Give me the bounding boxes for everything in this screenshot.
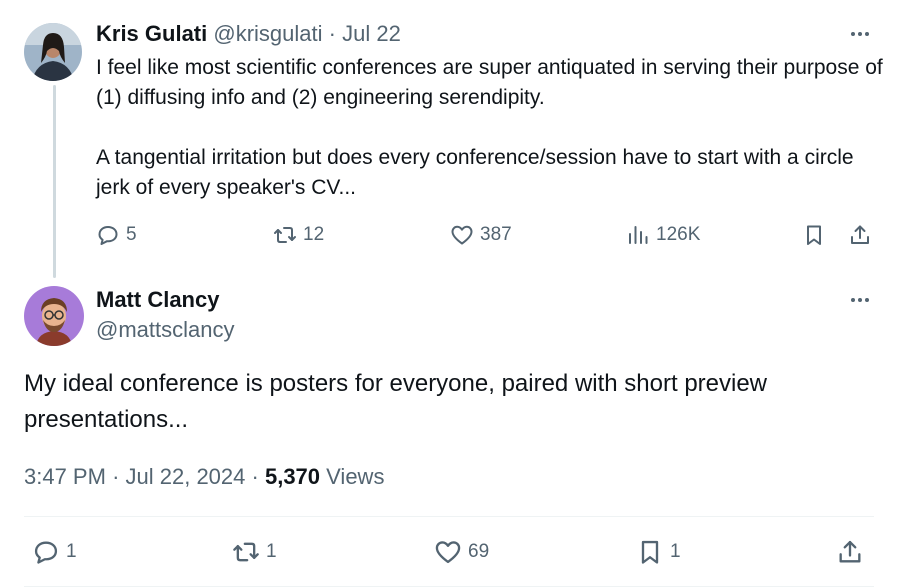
main-like-count: 69 xyxy=(468,541,490,562)
more-icon xyxy=(851,32,855,36)
parent-reply-count: 5 xyxy=(126,224,137,245)
main-reply-button[interactable]: 1 xyxy=(32,535,77,569)
main-like-button[interactable]: 69 xyxy=(434,535,489,569)
parent-like-count: 387 xyxy=(480,224,512,245)
repost-icon xyxy=(274,227,296,243)
heart-icon xyxy=(435,541,461,564)
main-more-button[interactable] xyxy=(846,290,874,310)
main-share-button[interactable] xyxy=(836,535,864,569)
parent-views-button[interactable]: 126K xyxy=(626,220,700,250)
meta-separator: · xyxy=(251,464,259,489)
tweet-date[interactable]: Jul 22, 2024 xyxy=(126,464,246,489)
parent-views-count: 126K xyxy=(656,224,701,245)
parent-author-name[interactable]: Kris Gulati xyxy=(96,21,207,46)
bookmark-icon xyxy=(807,225,821,245)
main-bookmark-button[interactable]: 1 xyxy=(636,535,681,569)
parent-handle[interactable]: @krisgulati xyxy=(213,21,322,46)
repost-icon xyxy=(233,542,259,562)
matt-avatar[interactable] xyxy=(24,286,84,346)
parent-repost-button[interactable]: 12 xyxy=(273,220,324,250)
thread-line xyxy=(53,85,56,278)
tweet-time[interactable]: 3:47 PM xyxy=(24,464,106,489)
main-repost-count: 1 xyxy=(266,541,277,562)
parent-repost-count: 12 xyxy=(303,224,325,245)
parent-share-button[interactable] xyxy=(848,220,872,250)
main-repost-button[interactable]: 1 xyxy=(232,535,277,569)
parent-header: Kris Gulati @krisgulati · Jul 22 xyxy=(96,20,401,48)
share-icon xyxy=(851,225,869,244)
heart-icon xyxy=(451,225,473,245)
parent-tweet-text: I feel like most scientific conferences … xyxy=(96,56,883,199)
main-handle[interactable]: @mattsclancy xyxy=(96,316,234,344)
views-label: Views xyxy=(326,464,385,489)
tweet-metadata: 3:47 PM · Jul 22, 2024 · 5,370 Views xyxy=(24,462,384,492)
parent-separator: · xyxy=(328,21,336,46)
main-tweet-text: My ideal conference is posters for every… xyxy=(24,370,768,433)
parent-like-button[interactable]: 387 xyxy=(450,220,512,250)
parent-bookmark-button[interactable] xyxy=(802,220,826,250)
parent-date[interactable]: Jul 22 xyxy=(342,21,401,46)
share-icon xyxy=(839,540,861,563)
more-icon xyxy=(851,298,855,302)
reply-icon xyxy=(98,226,118,245)
reply-icon xyxy=(34,541,58,564)
main-bookmark-count: 1 xyxy=(670,541,681,562)
analytics-icon xyxy=(629,226,648,244)
views-count: 5,370 xyxy=(264,464,321,489)
bookmark-icon xyxy=(641,540,659,564)
meta-separator: · xyxy=(112,464,120,489)
parent-reply-button[interactable]: 5 xyxy=(96,220,137,250)
main-reply-count: 1 xyxy=(66,541,77,562)
divider xyxy=(24,516,874,517)
divider xyxy=(24,586,874,587)
parent-more-button[interactable] xyxy=(846,24,874,44)
kris-avatar[interactable] xyxy=(24,23,82,81)
main-author-name[interactable]: Matt Clancy xyxy=(96,286,219,314)
